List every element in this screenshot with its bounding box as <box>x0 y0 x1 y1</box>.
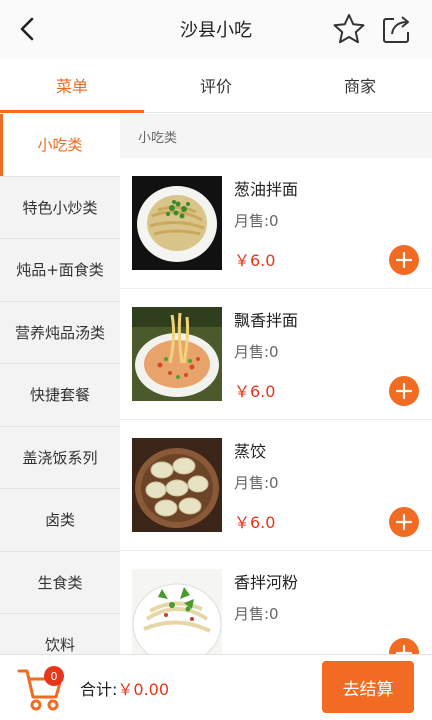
share-button[interactable] <box>378 10 416 48</box>
dish-price: ￥6.0 <box>234 513 276 532</box>
sidebar-item-soups[interactable]: 营养炖品汤类 <box>0 302 120 364</box>
dish-sales: 月售:0 <box>234 212 279 230</box>
dish-image <box>132 438 222 532</box>
sidebar-item-braised[interactable]: 卤类 <box>0 489 120 552</box>
sidebar-item-stew-noodles[interactable]: 炖品+面食类 <box>0 239 120 302</box>
tab-merchant[interactable]: 商家 <box>288 58 432 112</box>
sidebar-item-raw[interactable]: 生食类 <box>0 552 120 614</box>
sidebar-item-drinks[interactable]: 饮料 <box>0 614 120 654</box>
checkout-button[interactable]: 去结算 <box>322 661 414 713</box>
section-title: 小吃类 <box>120 114 432 158</box>
dish-list: 小吃类 葱油拌面 月售:0 ￥6.0 飘香拌面 月售:0 ￥6.0 蒸饺 月售:… <box>120 114 432 654</box>
dish-name: 飘香拌面 <box>234 311 299 330</box>
tab-reviews[interactable]: 评价 <box>144 58 288 112</box>
dish-name: 香拌河粉 <box>234 573 299 592</box>
category-sidebar: 小吃类 特色小炒类 炖品+面食类 营养炖品汤类 快捷套餐 盖浇饭系列 卤类 生食… <box>0 114 120 654</box>
star-icon <box>333 14 365 44</box>
add-to-cart-button[interactable] <box>389 245 419 275</box>
add-to-cart-button[interactable] <box>389 376 419 406</box>
add-to-cart-button[interactable] <box>389 638 419 654</box>
favorite-button[interactable] <box>330 10 368 48</box>
list-item: 飘香拌面 月售:0 ￥6.0 <box>120 289 432 420</box>
plus-icon <box>395 251 413 269</box>
list-item: 香拌河粉 月售:0 <box>120 551 432 654</box>
cart-count-badge: 0 <box>44 666 64 686</box>
cart-bar: 0 合计:￥0.00 去结算 <box>0 654 432 720</box>
plus-icon <box>395 644 413 654</box>
total-label: 合计: <box>80 680 118 699</box>
total-amount: ￥0.00 <box>117 680 170 699</box>
dish-sales: 月售:0 <box>234 343 279 361</box>
sidebar-item-snacks[interactable]: 小吃类 <box>0 114 120 177</box>
dish-sales: 月售:0 <box>234 605 279 623</box>
back-button[interactable] <box>10 11 46 47</box>
dish-name: 葱油拌面 <box>234 180 299 199</box>
plus-icon <box>395 513 413 531</box>
dish-image <box>132 176 222 270</box>
dish-image <box>132 307 222 401</box>
dish-image <box>132 569 222 654</box>
list-item: 蒸饺 月售:0 ￥6.0 <box>120 420 432 551</box>
back-arrow-icon <box>20 17 34 41</box>
tab-bar: 菜单 评价 商家 <box>0 58 432 113</box>
cart-total: 合计:￥0.00 <box>80 676 169 700</box>
sidebar-item-quick-set[interactable]: 快捷套餐 <box>0 364 120 427</box>
dish-price: ￥6.0 <box>234 251 276 270</box>
sidebar-item-stir-fry[interactable]: 特色小炒类 <box>0 177 120 239</box>
page-title: 沙县小吃 <box>180 20 252 41</box>
top-bar: 沙县小吃 <box>0 0 432 58</box>
dish-sales: 月售:0 <box>234 474 279 492</box>
share-icon <box>383 16 409 43</box>
tab-menu[interactable]: 菜单 <box>0 58 144 113</box>
plus-icon <box>395 382 413 400</box>
sidebar-item-rice-bowls[interactable]: 盖浇饭系列 <box>0 427 120 489</box>
list-item: 葱油拌面 月售:0 ￥6.0 <box>120 158 432 289</box>
dish-name: 蒸饺 <box>234 442 267 461</box>
add-to-cart-button[interactable] <box>389 507 419 537</box>
dish-price: ￥6.0 <box>234 382 276 401</box>
